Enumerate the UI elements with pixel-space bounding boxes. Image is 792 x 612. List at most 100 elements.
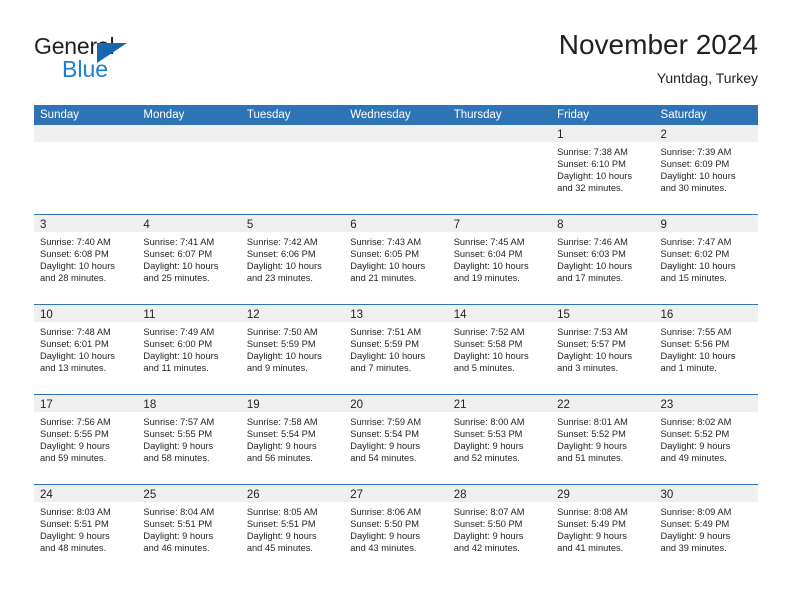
day-number: 27 xyxy=(350,489,364,501)
sunrise-time: Sunrise: 7:52 AM xyxy=(453,327,525,337)
calendar-day-cell[interactable]: 25 Sunrise: 8:04 AM Sunset: 5:51 PM Dayligh… xyxy=(137,485,241,574)
weekday-header-row: Sunday Monday Tuesday Wednesday Thursday… xyxy=(34,105,758,125)
calendar-day-cell[interactable]: 28 Sunrise: 8:07 AM Sunset: 5:50 PM Dayligh… xyxy=(447,485,552,574)
calendar-day-cell[interactable]: 3 Sunrise: 7:40 AM Sunset: 6:08 PM Daylight… xyxy=(34,215,138,304)
calendar-weeks: 1 Sunrise: 7:38 AM Sunset: 6:10 PM Daylight… xyxy=(34,125,758,574)
daylight-duration-line2: and 56 minutes. xyxy=(246,453,313,464)
sunset-time: Sunset: 5:55 PM xyxy=(143,429,213,440)
day-number: 28 xyxy=(453,489,467,501)
sunset-time: Sunset: 5:52 PM xyxy=(660,429,730,440)
calendar-day-cell[interactable]: 15 Sunrise: 7:53 AM Sunset: 5:57 PM Dayligh… xyxy=(551,305,655,394)
page-subtitle-location: Yuntdag, Turkey xyxy=(656,70,758,86)
calendar-day-cell[interactable]: 14 Sunrise: 7:52 AM Sunset: 5:58 PM Dayligh… xyxy=(447,305,552,394)
sunrise-time: Sunrise: 8:08 AM xyxy=(557,507,628,517)
daylight-duration-line2: and 7 minutes. xyxy=(350,363,412,374)
calendar-day-cell[interactable]: 21 Sunrise: 8:00 AM Sunset: 5:53 PM Dayligh… xyxy=(447,395,552,484)
calendar-day-cell[interactable]: 20 Sunrise: 7:59 AM Sunset: 5:54 PM Dayligh… xyxy=(344,395,448,484)
calendar-day-cell[interactable]: 22 Sunrise: 8:01 AM Sunset: 5:52 PM Dayligh… xyxy=(551,395,655,484)
calendar-day-cell[interactable]: 8 Sunrise: 7:46 AM Sunset: 6:03 PM Daylight… xyxy=(551,215,655,304)
sunset-time: Sunset: 5:49 PM xyxy=(660,519,730,530)
sunrise-time: Sunrise: 7:49 AM xyxy=(143,327,215,337)
calendar-day-cell[interactable]: 5 Sunrise: 7:42 AM Sunset: 6:06 PM Daylight… xyxy=(240,215,345,304)
day-details: Sunrise: 7:45 AM Sunset: 6:04 PM Daylight:… xyxy=(448,232,551,284)
day-number: 29 xyxy=(557,489,570,501)
day-details: Sunrise: 7:43 AM Sunset: 6:05 PM Daylight:… xyxy=(344,232,447,284)
calendar-day-cell[interactable]: 27 Sunrise: 8:06 AM Sunset: 5:50 PM Dayligh… xyxy=(344,485,448,574)
daylight-duration-line1: Daylight: 10 hours xyxy=(40,351,115,362)
sunset-time: Sunset: 6:09 PM xyxy=(660,159,730,170)
day-details: Sunrise: 7:49 AM Sunset: 6:00 PM Daylight:… xyxy=(137,322,240,374)
sunset-time: Sunset: 6:01 PM xyxy=(40,339,109,350)
day-number: 30 xyxy=(660,489,674,501)
calendar-day-cell[interactable]: 1 Sunrise: 7:38 AM Sunset: 6:10 PM Daylight… xyxy=(551,125,655,214)
brand-name-blue: Blue xyxy=(62,56,109,82)
day-number-band: 20 xyxy=(344,395,448,412)
daylight-duration-line2: and 51 minutes. xyxy=(557,453,624,464)
day-details: Sunrise: 7:58 AM Sunset: 5:54 PM Daylight:… xyxy=(241,412,344,464)
daylight-duration-line1: Daylight: 9 hours xyxy=(660,441,731,452)
day-details: Sunrise: 7:39 AM Sunset: 6:09 PM Daylight:… xyxy=(655,142,758,194)
calendar-day-cell[interactable]: 30 Sunrise: 8:09 AM Sunset: 5:49 PM Dayligh… xyxy=(654,485,758,574)
sunrise-time: Sunrise: 7:42 AM xyxy=(246,237,318,247)
calendar-day-cell[interactable]: 12 Sunrise: 7:50 AM Sunset: 5:59 PM Dayligh… xyxy=(240,305,345,394)
sunrise-time: Sunrise: 7:48 AM xyxy=(40,327,111,337)
calendar-week-row: 17 Sunrise: 7:56 AM Sunset: 5:55 PM Dayligh… xyxy=(34,394,758,484)
calendar-day-cell[interactable]: 7 Sunrise: 7:45 AM Sunset: 6:04 PM Daylight… xyxy=(447,215,552,304)
calendar-day-cell[interactable]: 11 Sunrise: 7:49 AM Sunset: 6:00 PM Dayligh… xyxy=(137,305,241,394)
calendar-day-cell[interactable]: 26 Sunrise: 8:05 AM Sunset: 5:51 PM Dayligh… xyxy=(240,485,345,574)
calendar-day-cell[interactable]: 23 Sunrise: 8:02 AM Sunset: 5:52 PM Dayligh… xyxy=(654,395,758,484)
daylight-duration-line1: Daylight: 9 hours xyxy=(350,531,421,542)
day-number-band xyxy=(34,125,138,142)
calendar-week-row: 3 Sunrise: 7:40 AM Sunset: 6:08 PM Daylight… xyxy=(34,214,758,304)
calendar-day-cell[interactable]: 24 Sunrise: 8:03 AM Sunset: 5:51 PM Dayligh… xyxy=(34,485,138,574)
day-details: Sunrise: 8:09 AM Sunset: 5:49 PM Daylight:… xyxy=(655,502,758,554)
day-details: Sunrise: 8:07 AM Sunset: 5:50 PM Daylight:… xyxy=(448,502,551,554)
day-number-band: 9 xyxy=(654,215,758,232)
daylight-duration-line2: and 28 minutes. xyxy=(40,273,107,284)
calendar-day-cell[interactable]: 18 Sunrise: 7:57 AM Sunset: 5:55 PM Dayligh… xyxy=(137,395,241,484)
daylight-duration-line1: Daylight: 9 hours xyxy=(453,531,524,542)
calendar-day-cell[interactable]: 4 Sunrise: 7:41 AM Sunset: 6:07 PM Daylight… xyxy=(137,215,241,304)
day-details: Sunrise: 7:51 AM Sunset: 5:59 PM Daylight:… xyxy=(344,322,447,374)
sunset-time: Sunset: 5:54 PM xyxy=(246,429,316,440)
daylight-duration-line1: Daylight: 10 hours xyxy=(143,261,219,272)
weekday-header-thursday: Thursday xyxy=(453,109,502,121)
calendar-day-cell[interactable]: 9 Sunrise: 7:47 AM Sunset: 6:02 PM Daylight… xyxy=(654,215,758,304)
calendar-day-cell[interactable]: 16 Sunrise: 7:55 AM Sunset: 5:56 PM Dayligh… xyxy=(654,305,758,394)
day-number-band: 17 xyxy=(34,395,138,412)
sunrise-time: Sunrise: 7:59 AM xyxy=(350,417,422,427)
day-number: 6 xyxy=(350,219,357,231)
sunset-time: Sunset: 5:50 PM xyxy=(350,519,419,530)
day-number: 20 xyxy=(350,399,364,411)
day-number: 17 xyxy=(40,399,53,411)
day-number: 9 xyxy=(660,219,667,231)
day-number-band xyxy=(447,125,552,142)
sunrise-time: Sunrise: 7:43 AM xyxy=(350,237,422,247)
day-number-band: 2 xyxy=(654,125,758,142)
daylight-duration-line1: Daylight: 10 hours xyxy=(453,351,529,362)
daylight-duration-line2: and 13 minutes. xyxy=(40,363,107,374)
calendar-day-cell[interactable]: 29 Sunrise: 8:08 AM Sunset: 5:49 PM Dayligh… xyxy=(551,485,655,574)
calendar-day-cell[interactable]: 2 Sunrise: 7:39 AM Sunset: 6:09 PM Daylight… xyxy=(654,125,758,214)
day-details: Sunrise: 7:56 AM Sunset: 5:55 PM Daylight:… xyxy=(34,412,137,464)
calendar-day-cell[interactable]: 10 Sunrise: 7:48 AM Sunset: 6:01 PM Dayligh… xyxy=(34,305,138,394)
brand-name-general: General xyxy=(34,33,115,59)
calendar-day-cell[interactable]: 6 Sunrise: 7:43 AM Sunset: 6:05 PM Daylight… xyxy=(344,215,448,304)
calendar-day-cell[interactable]: 19 Sunrise: 7:58 AM Sunset: 5:54 PM Dayligh… xyxy=(240,395,345,484)
brand-logo[interactable]: General Blue xyxy=(34,34,264,92)
calendar-day-cell[interactable]: 13 Sunrise: 7:51 AM Sunset: 5:59 PM Dayligh… xyxy=(344,305,448,394)
sunset-time: Sunset: 5:51 PM xyxy=(246,519,316,530)
sunset-time: Sunset: 6:06 PM xyxy=(246,249,316,260)
day-number: 4 xyxy=(143,219,150,231)
daylight-duration-line1: Daylight: 9 hours xyxy=(246,531,317,542)
calendar-day-cell[interactable]: 17 Sunrise: 7:56 AM Sunset: 5:55 PM Dayligh… xyxy=(34,395,138,484)
sunrise-time: Sunrise: 7:50 AM xyxy=(246,327,318,337)
daylight-duration-line2: and 59 minutes. xyxy=(40,453,107,464)
weekday-header-monday: Monday xyxy=(143,109,185,121)
day-number-band: 4 xyxy=(137,215,241,232)
day-details: Sunrise: 7:40 AM Sunset: 6:08 PM Daylight:… xyxy=(34,232,137,284)
daylight-duration-line2: and 42 minutes. xyxy=(453,543,520,554)
sunset-time: Sunset: 6:03 PM xyxy=(557,249,626,260)
sunrise-time: Sunrise: 7:55 AM xyxy=(660,327,732,337)
day-details: Sunrise: 7:42 AM Sunset: 6:06 PM Daylight:… xyxy=(241,232,344,284)
